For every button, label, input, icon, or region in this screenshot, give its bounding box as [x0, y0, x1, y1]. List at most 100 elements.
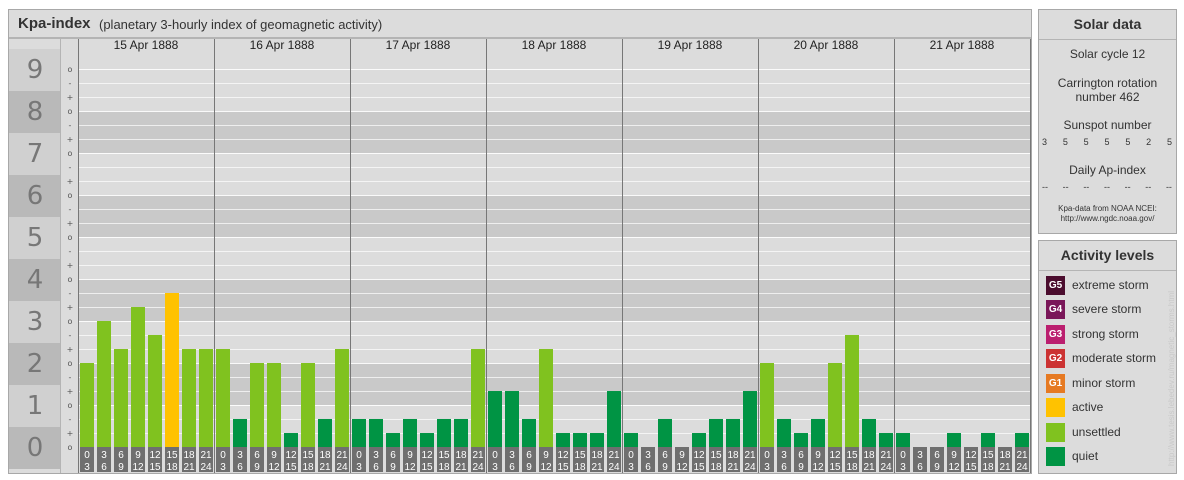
source-watermark[interactable]: http://www.tesis.lebedev.ru/magnetic_sto… — [1167, 276, 1176, 466]
hour-label-end: 24 — [336, 462, 348, 473]
kp-bar — [607, 391, 621, 447]
kp-bar — [947, 433, 961, 447]
y-minor-tick-label: + — [67, 303, 74, 312]
hour-label-end: 12 — [948, 462, 960, 473]
hour-label-end: 15 — [557, 462, 569, 473]
data-source-link[interactable]: http://www.ngdc.noaa.gov/ — [1039, 214, 1176, 224]
y-minor-tick-label: - — [69, 205, 72, 214]
day-label: 18 Apr 1888 — [522, 38, 587, 52]
ap-value: -- — [1042, 182, 1048, 192]
hour-label-end: 3 — [220, 462, 226, 473]
kp-bar — [760, 363, 774, 447]
legend-item-moderate-storm: G2 moderate storm — [1046, 348, 1156, 368]
legend-item-extreme-storm: G5 extreme storm — [1046, 275, 1149, 295]
hour-label-end: 9 — [254, 462, 260, 473]
legend-item-quiet: quiet — [1046, 446, 1098, 466]
hour-label-start: 15 — [982, 450, 994, 461]
hour-label-start: 12 — [149, 450, 161, 461]
data-source-label: Kpa-data from NOAA NCEI: — [1058, 204, 1157, 213]
hour-label-start: 9 — [407, 450, 413, 461]
y-minor-tick-label: + — [67, 387, 74, 396]
hour-label-end: 15 — [421, 462, 433, 473]
kp-bar — [386, 433, 400, 447]
hour-label-start: 18 — [319, 450, 331, 461]
y-minor-tick-label: - — [69, 79, 72, 88]
grid-band — [78, 69, 1030, 111]
sunspot-value: 2 — [1146, 137, 1152, 147]
grid-band — [78, 111, 1030, 153]
y-minor-tick-label: o — [68, 233, 73, 242]
hour-label-end: 15 — [285, 462, 297, 473]
hour-label-end: 21 — [319, 462, 331, 473]
hour-label-start: 3 — [645, 450, 651, 461]
hour-label-end: 12 — [812, 462, 824, 473]
activity-levels-panel: Activity levels G5 extreme storm G4 seve… — [1038, 240, 1177, 474]
hour-label-end: 3 — [900, 462, 906, 473]
legend-swatch-quiet — [1046, 446, 1065, 466]
hour-label-start: 6 — [118, 450, 124, 461]
kp-bar — [777, 418, 791, 447]
hour-label-start: 12 — [965, 450, 977, 461]
kp-bar — [165, 292, 179, 447]
hour-label-end: 15 — [693, 462, 705, 473]
hour-label-end: 18 — [574, 462, 586, 473]
kp-bar — [726, 418, 740, 447]
y-tick-label: 8 — [27, 97, 44, 127]
sunspot-number-label: Sunspot number — [1063, 118, 1152, 132]
kp-bar — [811, 418, 825, 447]
hour-label-end: 18 — [302, 462, 314, 473]
kp-bar — [556, 433, 570, 447]
legend-label: unsettled — [1072, 425, 1121, 439]
hour-label-end: 6 — [917, 462, 923, 473]
hour-label-start: 3 — [237, 450, 243, 461]
hour-label-end: 15 — [965, 462, 977, 473]
hour-label-start: 9 — [815, 450, 821, 461]
legend-swatch-g5: G5 — [1046, 275, 1065, 295]
hour-label-start: 18 — [183, 450, 195, 461]
hour-label-end: 6 — [645, 462, 651, 473]
grid-band — [78, 153, 1030, 195]
legend-label: moderate storm — [1072, 351, 1157, 365]
sunspot-value: 5 — [1166, 137, 1172, 147]
hour-label-end: 21 — [183, 462, 195, 473]
sunspot-value: 5 — [1062, 137, 1068, 147]
y-minor-tick-label: - — [69, 121, 72, 130]
hour-label-end: 24 — [200, 462, 212, 473]
hour-label-start: 12 — [421, 450, 433, 461]
y-minor-tick-label: - — [69, 163, 72, 172]
kp-bar — [131, 307, 145, 447]
legend-item-minor-storm: G1 minor storm — [1046, 373, 1135, 393]
kp-bar — [284, 433, 298, 447]
y-minor-tick-label: + — [67, 345, 74, 354]
hour-label-start: 18 — [591, 450, 603, 461]
hour-label-start: 6 — [254, 450, 260, 461]
sunspot-values: 3 5 5 5 5 2 5 — [1042, 137, 1172, 147]
hour-label-end: 3 — [356, 462, 362, 473]
hour-label-start: 21 — [1016, 450, 1028, 461]
hour-label-start: 6 — [934, 450, 940, 461]
hour-label-start: 15 — [302, 450, 314, 461]
legend-label: minor storm — [1072, 376, 1136, 390]
day-label: 20 Apr 1888 — [794, 38, 859, 52]
kp-bar — [862, 418, 876, 447]
hour-label-end: 12 — [404, 462, 416, 473]
legend-swatch-g2: G2 — [1046, 348, 1065, 368]
y-tick-label: 4 — [27, 265, 44, 295]
hour-label-start: 12 — [829, 450, 841, 461]
y-minor-tick-label: + — [67, 261, 74, 270]
y-minor-tick-label: - — [69, 331, 72, 340]
y-minor-tick-label: o — [68, 275, 73, 284]
kp-bar — [267, 363, 281, 447]
legend-item-active: active — [1046, 397, 1103, 417]
kp-bar — [573, 433, 587, 447]
y-minor-tick-label: - — [69, 415, 72, 424]
hour-label-end: 3 — [628, 462, 634, 473]
hour-label-start: 9 — [543, 450, 549, 461]
hour-label-start: 0 — [900, 450, 906, 461]
day-label: 15 Apr 1888 — [114, 38, 179, 52]
hour-label-start: 21 — [608, 450, 620, 461]
hour-label-start: 9 — [271, 450, 277, 461]
legend-swatch-g1: G1 — [1046, 373, 1065, 393]
kp-bar — [97, 321, 111, 447]
y-minor-tick-label: o — [68, 107, 73, 116]
